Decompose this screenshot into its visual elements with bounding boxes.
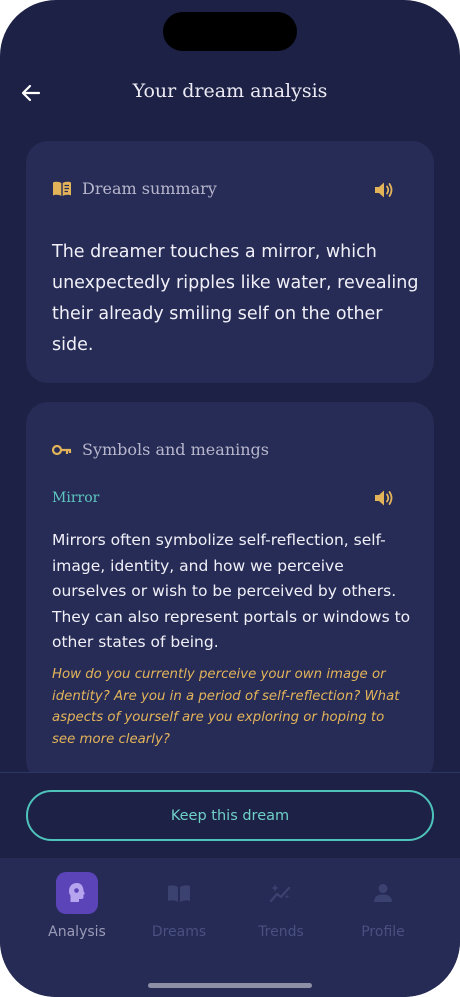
tab-bar: Analysis Dreams Trends Profile — [0, 858, 460, 997]
book-icon — [168, 885, 190, 902]
symbol-speaker-button[interactable] — [374, 489, 396, 509]
home-indicator — [148, 983, 312, 988]
symbols-title: Symbols and meanings — [82, 440, 269, 459]
tab-label: Profile — [361, 924, 405, 940]
summary-title: Dream summary — [82, 179, 217, 198]
summary-text: The dreamer touches a mirror, which unex… — [52, 242, 419, 355]
action-bar: Keep this dream — [0, 772, 460, 859]
dream-summary-card: Dream summary The dreamer touches a mirr… — [26, 141, 434, 383]
speaker-icon — [375, 490, 393, 506]
tab-analysis[interactable]: Analysis — [27, 872, 127, 962]
tab-label: Analysis — [48, 924, 106, 940]
head-icon — [69, 883, 85, 902]
symbols-card: Symbols and meanings Mirror Mirrors ofte… — [26, 402, 434, 782]
speaker-icon — [375, 182, 393, 198]
symbol-description: Mirrors often symbolize self-reflection,… — [52, 531, 411, 651]
tab-trends-icon-bg — [260, 872, 302, 914]
page-title: Your dream analysis — [132, 80, 328, 102]
person-icon — [374, 884, 392, 902]
tab-profile[interactable]: Profile — [333, 872, 433, 962]
header: Your dream analysis — [0, 70, 460, 116]
tab-analysis-icon-bg — [56, 872, 98, 914]
tab-label: Trends — [258, 924, 304, 940]
summary-speaker-button[interactable] — [374, 181, 396, 201]
phone-screen: Your dream analysis Dream summary The dr… — [0, 0, 460, 997]
tab-trends[interactable]: Trends — [231, 872, 331, 962]
book-icon — [53, 181, 71, 196]
symbol-reflection-question: How do you currently perceive your own i… — [52, 667, 400, 747]
tab-dreams[interactable]: Dreams — [129, 872, 229, 962]
keep-dream-button[interactable]: Keep this dream — [26, 790, 434, 841]
sparkle-chart-icon — [269, 884, 291, 903]
summary-heading: Dream summary — [52, 179, 217, 198]
tab-dreams-icon-bg — [158, 872, 200, 914]
tab-label: Dreams — [151, 924, 207, 940]
symbols-heading: Symbols and meanings — [52, 440, 269, 459]
tab-profile-icon-bg — [362, 872, 404, 914]
symbol-name: Mirror — [52, 490, 100, 506]
camera-notch — [163, 12, 297, 51]
key-icon — [52, 444, 72, 455]
